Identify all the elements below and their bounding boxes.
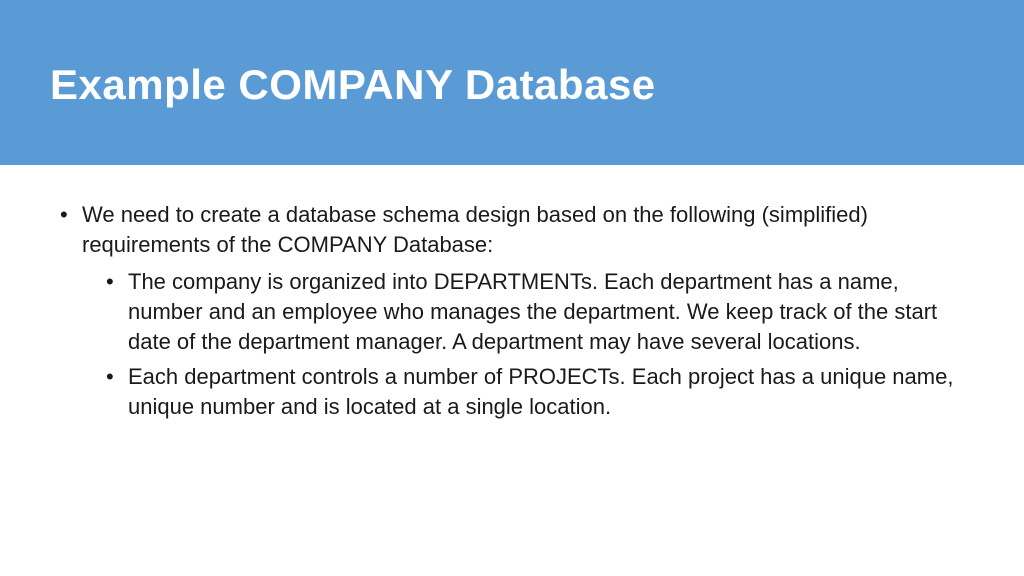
bullet-marker: • xyxy=(106,267,128,356)
intro-text: We need to create a database schema desi… xyxy=(82,200,974,259)
main-bullet: • We need to create a database schema de… xyxy=(60,200,974,259)
slide-title: Example COMPANY Database xyxy=(50,61,656,109)
slide-content: • We need to create a database schema de… xyxy=(0,165,1024,448)
sub-bullet-list: • The company is organized into DEPARTME… xyxy=(106,267,974,421)
sub-bullet-item: • Each department controls a number of P… xyxy=(106,362,974,421)
sub-bullet-text: Each department controls a number of PRO… xyxy=(128,362,974,421)
bullet-marker: • xyxy=(60,200,82,259)
sub-bullet-item: • The company is organized into DEPARTME… xyxy=(106,267,974,356)
sub-bullet-text: The company is organized into DEPARTMENT… xyxy=(128,267,974,356)
slide-header: Example COMPANY Database xyxy=(0,0,1024,165)
bullet-marker: • xyxy=(106,362,128,421)
